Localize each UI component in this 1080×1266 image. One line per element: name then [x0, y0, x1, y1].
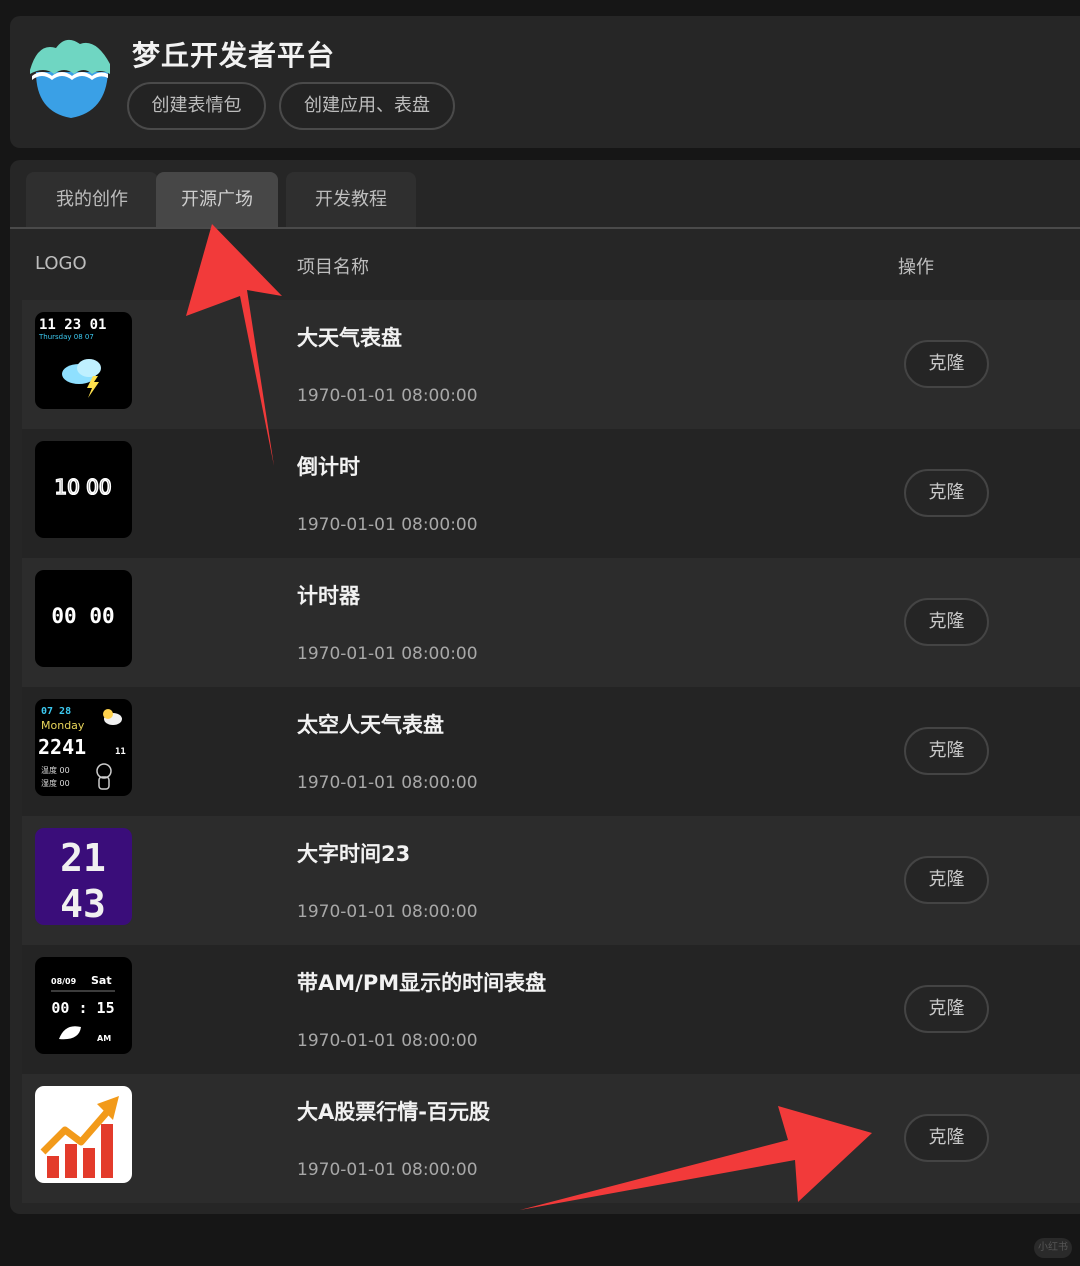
- tab-open-source-plaza[interactable]: 开源广场: [156, 172, 278, 228]
- svg-text:AM: AM: [97, 1034, 111, 1043]
- svg-text:10 00: 10 00: [54, 475, 111, 499]
- svg-text:08/09: 08/09: [51, 977, 77, 986]
- svg-text:Monday: Monday: [41, 719, 85, 732]
- svg-text:00 : 15: 00 : 15: [51, 999, 114, 1017]
- astronaut-icon: [96, 763, 112, 790]
- create-sticker-button[interactable]: 创建表情包: [127, 82, 266, 130]
- clone-button[interactable]: 克隆: [904, 985, 989, 1033]
- table-row: 大A股票行情-百元股 1970-01-01 08:00:00 克隆: [22, 1074, 1080, 1203]
- clone-button[interactable]: 克隆: [904, 598, 989, 646]
- table-row: 07 28 Monday 2241 11 温度 00 湿度 00 太空人天气表盘…: [22, 687, 1080, 816]
- clone-button[interactable]: 克隆: [904, 340, 989, 388]
- stock-chart-icon: [40, 1096, 119, 1178]
- table-row: 10 00 倒计时 1970-01-01 08:00:00 克隆: [22, 429, 1080, 558]
- column-header-name: 项目名称: [297, 257, 369, 278]
- project-date: 1970-01-01 08:00:00: [297, 1031, 478, 1051]
- svg-text:2241: 2241: [38, 735, 86, 759]
- watermark: 小红书: [1034, 1238, 1072, 1258]
- cloud-lightning-icon: [62, 359, 101, 398]
- app-logo-icon: [26, 34, 116, 120]
- project-date: 1970-01-01 08:00:00: [297, 515, 478, 535]
- svg-text:湿度 00: 湿度 00: [41, 778, 70, 788]
- project-date: 1970-01-01 08:00:00: [297, 1160, 478, 1180]
- tab-bar: 我的创作 开源广场 开发教程: [10, 172, 1080, 228]
- tab-dev-tutorial[interactable]: 开发教程: [286, 172, 416, 228]
- project-date: 1970-01-01 08:00:00: [297, 902, 478, 922]
- clone-button[interactable]: 克隆: [904, 1114, 989, 1162]
- project-logo: 07 28 Monday 2241 11 温度 00 湿度 00: [35, 699, 132, 796]
- project-logo: 08/09 Sat 00 : 15 AM: [35, 957, 132, 1054]
- svg-text:11: 11: [115, 747, 126, 757]
- app-title: 梦丘开发者平台: [132, 39, 336, 72]
- project-name: 大字时间23: [297, 842, 411, 866]
- clone-button[interactable]: 克隆: [904, 469, 989, 517]
- tab-my-creations[interactable]: 我的创作: [26, 172, 158, 228]
- svg-text:11 23 01: 11 23 01: [39, 317, 106, 333]
- project-logo: [35, 1086, 132, 1183]
- svg-text:Thursday 08 07: Thursday 08 07: [38, 333, 94, 341]
- project-date: 1970-01-01 08:00:00: [297, 644, 478, 664]
- table-row: 08/09 Sat 00 : 15 AM 带AM/PM显示的时间表盘 1970-…: [22, 945, 1080, 1074]
- project-logo: 10 00: [35, 441, 132, 538]
- svg-text:21: 21: [60, 836, 106, 880]
- project-name: 倒计时: [297, 455, 360, 479]
- project-date: 1970-01-01 08:00:00: [297, 386, 478, 406]
- column-header-action: 操作: [898, 257, 934, 278]
- create-app-watchface-button[interactable]: 创建应用、表盘: [279, 82, 455, 130]
- project-name: 大天气表盘: [297, 326, 402, 350]
- project-name: 计时器: [297, 584, 360, 608]
- svg-text:07 28: 07 28: [41, 706, 71, 717]
- project-logo: 21 43: [35, 828, 132, 925]
- project-date: 1970-01-01 08:00:00: [297, 773, 478, 793]
- table-row: 11 23 01 Thursday 08 07 大天气表盘 1970-01-01…: [22, 300, 1080, 429]
- project-logo: 11 23 01 Thursday 08 07: [35, 312, 132, 409]
- project-name: 大A股票行情-百元股: [297, 1100, 490, 1124]
- svg-text:00 00: 00 00: [51, 604, 114, 628]
- column-header-logo: LOGO: [35, 253, 87, 274]
- project-list: 11 23 01 Thursday 08 07 大天气表盘 1970-01-01…: [22, 300, 1080, 1203]
- tab-divider: [10, 227, 1080, 229]
- project-name: 带AM/PM显示的时间表盘: [297, 971, 547, 995]
- leaf-icon: [59, 1026, 81, 1040]
- main-panel: 我的创作 开源广场 开发教程 LOGO 项目名称 操作 11 23 01 Thu…: [10, 160, 1080, 1214]
- project-logo: 00 00: [35, 570, 132, 667]
- table-row: 21 43 大字时间23 1970-01-01 08:00:00 克隆: [22, 816, 1080, 945]
- table-row: 00 00 计时器 1970-01-01 08:00:00 克隆: [22, 558, 1080, 687]
- svg-text:Sat: Sat: [91, 974, 112, 987]
- clone-button[interactable]: 克隆: [904, 727, 989, 775]
- svg-text:温度 00: 温度 00: [41, 765, 70, 775]
- project-name: 太空人天气表盘: [297, 713, 444, 737]
- clone-button[interactable]: 克隆: [904, 856, 989, 904]
- svg-text:43: 43: [60, 882, 106, 925]
